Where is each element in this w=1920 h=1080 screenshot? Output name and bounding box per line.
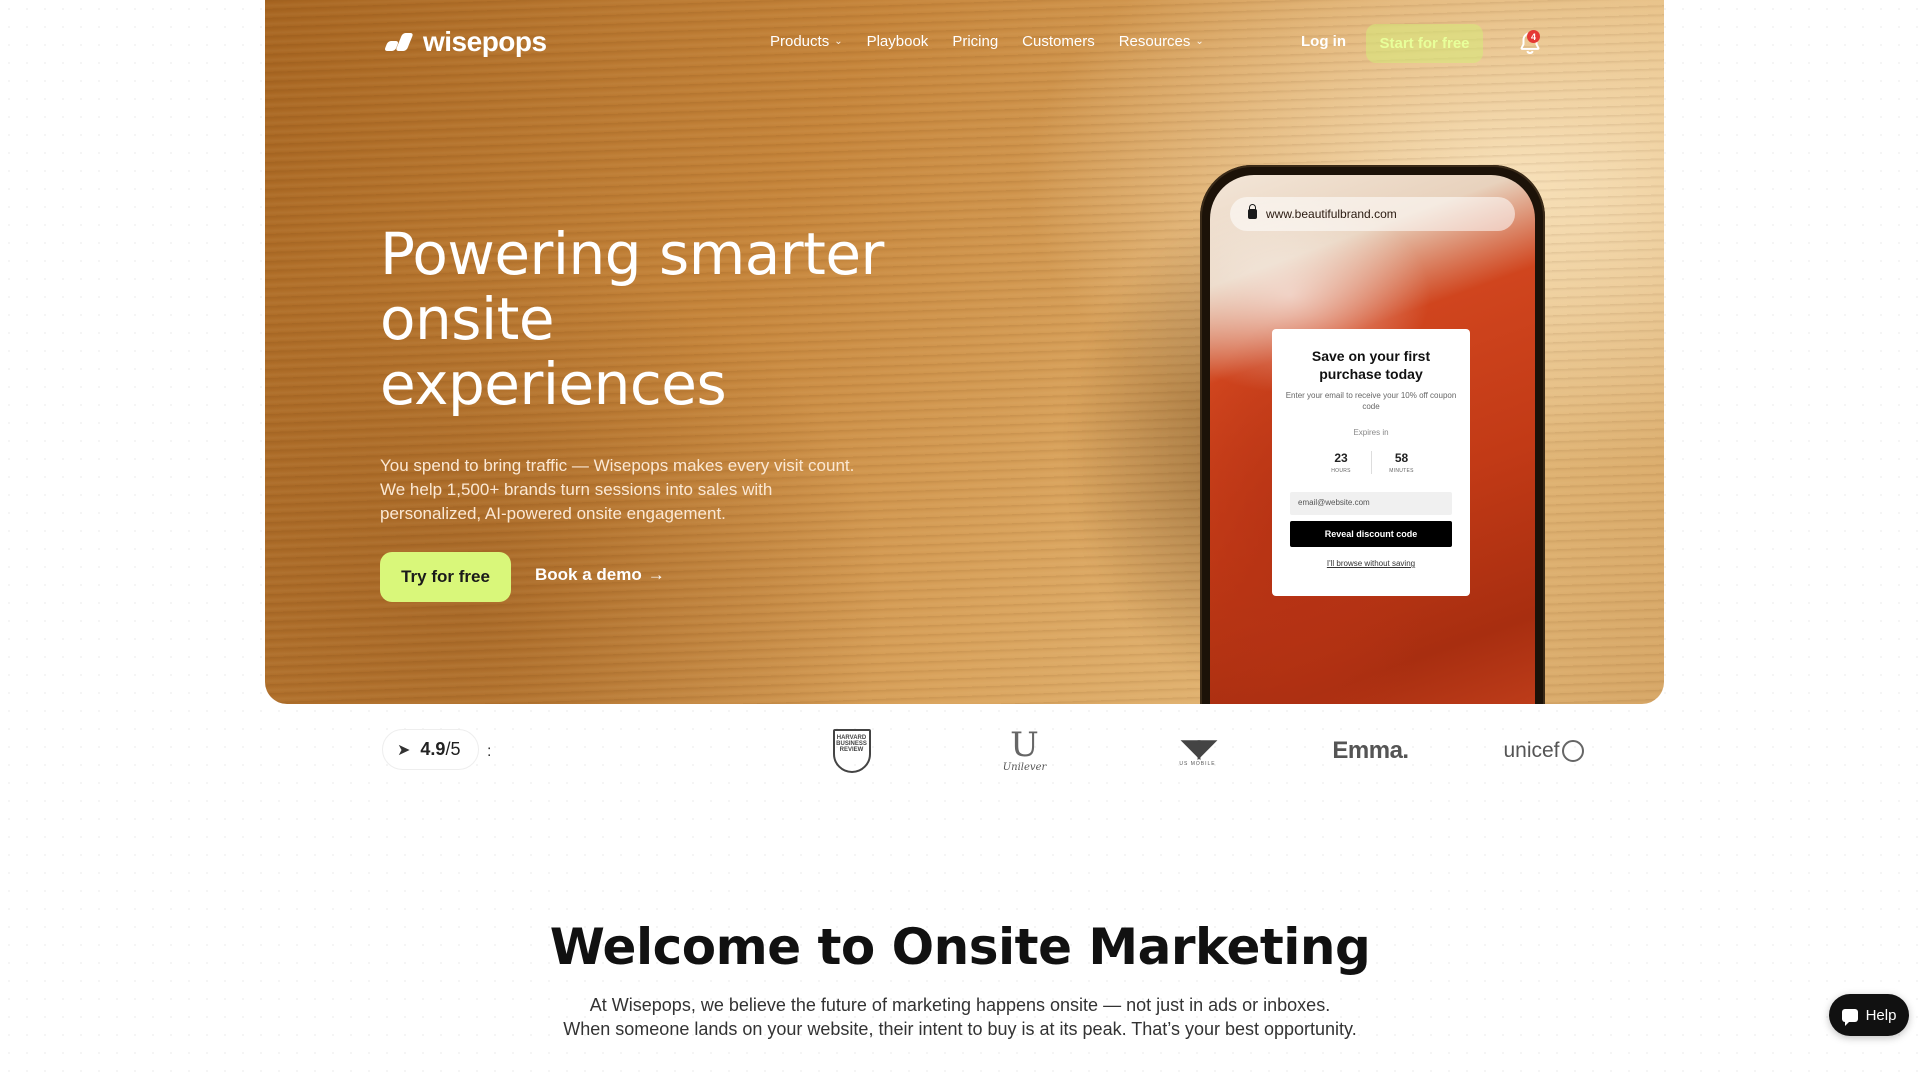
popup-expires-label: Expires in <box>1353 428 1389 437</box>
url-text: www.beautifulbrand.com <box>1266 207 1397 221</box>
hero-section: wisepops Products ⌄ Playbook Pricing Cus… <box>265 0 1664 704</box>
book-a-demo-link[interactable]: Book a demo → <box>535 565 665 585</box>
top-navigation: wisepops Products ⌄ Playbook Pricing Cus… <box>265 0 1664 86</box>
rating-value: 4.9 <box>420 739 446 759</box>
us-mobile-wing-icon: ◥◤ <box>1180 732 1218 763</box>
popup-description: Enter your email to receive your 10% off… <box>1285 391 1457 411</box>
timer-hours-value: 23 <box>1334 451 1348 465</box>
unilever-logo: U Unilever <box>938 728 1111 773</box>
hbr-logo: HARVARD BUSINESS REVIEW <box>765 728 938 773</box>
help-label: Help <box>1865 1006 1897 1024</box>
countdown-timer: 23 HOURS 58 MINUTES <box>1282 451 1460 474</box>
intro-line: When someone lands on your website, thei… <box>563 1019 1357 1039</box>
login-link[interactable]: Log in <box>1301 33 1346 50</box>
unilever-logo-text: Unilever <box>1002 762 1047 773</box>
nav-item-label: Pricing <box>952 33 999 50</box>
hbr-shield-icon: HARVARD BUSINESS REVIEW <box>832 728 871 773</box>
nav-item-customers[interactable]: Customers <box>1022 33 1095 50</box>
nav-item-label: Resources <box>1118 33 1191 50</box>
timer-minutes-unit: MINUTES <box>1389 468 1414 474</box>
help-chat-button[interactable]: Help <box>1829 994 1909 1036</box>
timer-minutes-value: 58 <box>1394 451 1409 465</box>
hero-subtext: You spend to bring traffic — Wisepops ma… <box>380 456 855 523</box>
rating-badge[interactable]: ➤ 4.9/5 <box>382 729 479 770</box>
nav-item-products[interactable]: Products ⌄ <box>770 33 843 50</box>
nav-item-resources[interactable]: Resources ⌄ <box>1119 33 1204 50</box>
wisepops-logo[interactable]: wisepops <box>383 26 547 58</box>
book-a-demo-label: Book a demo <box>535 565 642 584</box>
reveal-discount-button[interactable]: Reveal discount code <box>1290 521 1452 547</box>
customer-logos: HARVARD BUSINESS REVIEW U Unilever ◥◤ US… <box>765 728 1630 773</box>
chevron-down-icon: ⌄ <box>834 36 843 47</box>
nav-links: Products ⌄ Playbook Pricing Customers Re… <box>770 33 1204 50</box>
wisepops-logo-icon <box>383 33 414 51</box>
timer-minutes: 58 MINUTES <box>1371 451 1431 474</box>
rating-more: : <box>487 743 492 760</box>
nav-item-label: Customers <box>1022 33 1095 50</box>
lock-icon <box>1248 204 1257 219</box>
unicef-logo-wrap: unicef <box>1503 738 1584 763</box>
popup-title: Save on your first purchase today <box>1311 348 1431 382</box>
unicef-logo-text: unicef <box>1503 738 1560 762</box>
nav-item-playbook[interactable]: Playbook <box>867 33 929 50</box>
chevron-down-icon: ⌄ <box>1195 36 1204 47</box>
notification-badge: 4 <box>1527 30 1540 43</box>
hero-headline: Powering smarter onsite experiences <box>380 220 884 418</box>
us-mobile-logo: ◥◤ US MOBILE <box>1111 735 1284 767</box>
capterra-icon: ➤ <box>397 741 411 759</box>
unicef-globe-icon <box>1561 739 1584 762</box>
brand-name: wisepops <box>423 26 547 57</box>
chat-icon <box>1841 1008 1858 1026</box>
rating-score: 4.9/5 <box>420 739 460 760</box>
discount-popup: Save on your first purchase today Enter … <box>1272 329 1470 596</box>
hbr-logo-line: REVIEW <box>839 746 864 753</box>
browse-without-saving-link[interactable]: I'll browse without saving <box>1282 559 1460 568</box>
emma-logo: Emma. <box>1284 737 1457 765</box>
page: wisepops Products ⌄ Playbook Pricing Cus… <box>0 0 1920 1080</box>
emma-logo-text: Emma. <box>1332 736 1409 764</box>
nav-item-label: Products <box>770 33 830 50</box>
us-mobile-logo-text: US MOBILE <box>1179 760 1216 767</box>
intro-line: At Wisepops, we believe the future of ma… <box>589 995 1331 1015</box>
nav-item-label: Playbook <box>866 33 929 50</box>
start-for-free-button[interactable]: Start for free <box>1366 24 1483 63</box>
unilever-mark-icon: U <box>1010 725 1039 765</box>
section-intro: At Wisepops, we believe the future of ma… <box>0 993 1920 1041</box>
unicef-logo: unicef <box>1457 739 1630 763</box>
rating-scale: /5 <box>445 739 461 759</box>
browser-url-bar: www.beautifulbrand.com <box>1230 197 1515 231</box>
timer-hours-unit: HOURS <box>1331 468 1351 474</box>
section-title: Welcome to Onsite Marketing <box>549 918 1371 976</box>
nav-item-pricing[interactable]: Pricing <box>952 33 998 50</box>
phone-mockup: www.beautifulbrand.com Save on your firs… <box>1200 165 1545 704</box>
timer-hours: 23 HOURS <box>1311 451 1371 474</box>
phone-screen: www.beautifulbrand.com Save on your firs… <box>1210 175 1535 704</box>
try-for-free-button[interactable]: Try for free <box>380 552 511 602</box>
arrow-right-icon: → <box>647 565 665 584</box>
popup-email-field[interactable]: email@website.com <box>1290 492 1452 515</box>
